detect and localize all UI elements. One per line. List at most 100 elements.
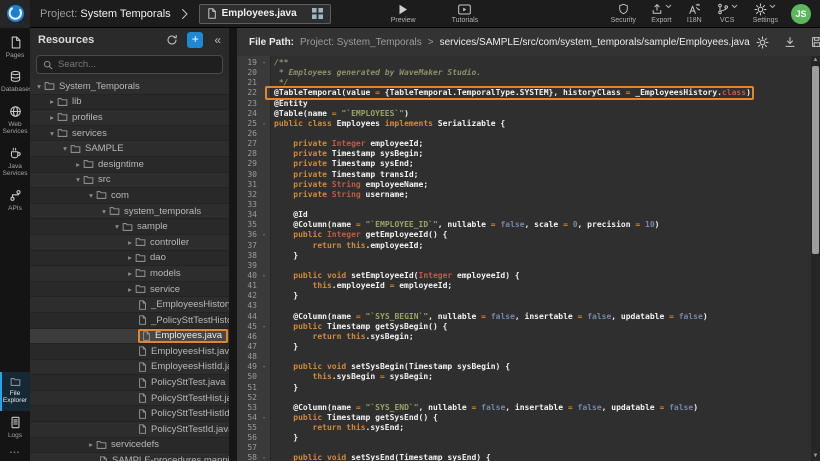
tree-item-controller[interactable]: ▸controller	[30, 235, 229, 251]
fold-marker[interactable]	[257, 190, 271, 200]
tab-employees-java[interactable]: Employees.java	[199, 4, 331, 24]
editor-scrollbar[interactable]: ▲ ▼	[811, 56, 820, 461]
tree-item-policystttesthistid-java[interactable]: PolicySttTestHistId.java	[30, 406, 229, 422]
expand-arrow-icon[interactable]: ▸	[73, 160, 83, 169]
collapse-arrow-icon[interactable]: ▾	[86, 191, 96, 200]
fold-marker[interactable]: -	[257, 322, 271, 332]
tree-item-sample-procedures-mappings-json[interactable]: SAMPLE-procedures.mappings.json	[30, 453, 229, 461]
more-button[interactable]: ...	[0, 445, 30, 461]
collapse-arrow-icon[interactable]: ▾	[60, 144, 70, 153]
tree-item-policystttesthistory-java[interactable]: _PolicySttTestHistory.java	[30, 313, 229, 329]
tree-item-designtime[interactable]: ▸designtime	[30, 157, 229, 173]
fold-marker[interactable]	[257, 403, 271, 413]
fold-marker[interactable]	[257, 281, 271, 291]
tree-item-employeeshist-java[interactable]: EmployeesHist.java	[30, 344, 229, 360]
fold-marker[interactable]	[257, 433, 271, 443]
fold-marker[interactable]	[257, 109, 271, 119]
collapse-arrow-icon[interactable]: ▾	[34, 82, 44, 91]
code-editor[interactable]: 19-/**20 * Employees generated by WaveMa…	[237, 56, 820, 461]
tree-item-employeeshistid-java[interactable]: EmployeesHistId.java	[30, 360, 229, 376]
fold-marker[interactable]: -	[257, 119, 271, 129]
fold-marker[interactable]	[257, 332, 271, 342]
fold-marker[interactable]	[257, 352, 271, 362]
fold-marker[interactable]	[257, 200, 271, 210]
expand-arrow-icon[interactable]: ▸	[125, 269, 135, 278]
user-avatar[interactable]: JS	[791, 4, 811, 24]
tree-item-com[interactable]: ▾com	[30, 188, 229, 204]
fold-marker[interactable]	[257, 342, 271, 352]
fold-marker[interactable]	[257, 78, 271, 88]
fold-marker[interactable]	[257, 251, 271, 261]
fold-marker[interactable]	[257, 170, 271, 180]
tree-item-policystttestid-java[interactable]: PolicySttTestId.java	[30, 422, 229, 438]
security-button[interactable]: Security	[611, 4, 636, 24]
save-icon[interactable]	[811, 36, 820, 48]
tree-item-policystttesthist-java[interactable]: PolicySttTestHist.java	[30, 391, 229, 407]
tree-item-models[interactable]: ▸models	[30, 266, 229, 282]
tree-item-src[interactable]: ▾src	[30, 173, 229, 189]
tree-item-system-temporals[interactable]: ▾system_temporals	[30, 204, 229, 220]
fold-marker[interactable]	[257, 210, 271, 220]
tree-item-services[interactable]: ▾services	[30, 126, 229, 142]
sidebar-item-file-explorer[interactable]: File Explorer	[0, 372, 30, 411]
tree-item-lib[interactable]: ▸lib	[30, 95, 229, 111]
collapse-arrow-icon[interactable]: ▾	[99, 207, 109, 216]
search-input[interactable]	[58, 59, 216, 70]
expand-arrow-icon[interactable]: ▸	[125, 253, 135, 262]
fold-marker[interactable]	[257, 129, 271, 139]
i18n-button[interactable]: I18N	[687, 4, 702, 24]
scroll-down-arrow[interactable]: ▼	[811, 452, 820, 461]
fold-marker[interactable]	[257, 68, 271, 78]
sidebar-item-databases[interactable]: Databases	[0, 65, 30, 99]
sidebar-item-java-services[interactable]: Java Services	[0, 142, 30, 184]
tree-item-service[interactable]: ▸service	[30, 282, 229, 298]
fold-marker[interactable]	[257, 383, 271, 393]
preview-button[interactable]: Preview	[391, 4, 416, 24]
fold-marker[interactable]: -	[257, 413, 271, 423]
fold-marker[interactable]: -	[257, 453, 271, 461]
fold-marker[interactable]: -	[257, 362, 271, 372]
tree-item-servicedefs[interactable]: ▸servicedefs	[30, 438, 229, 454]
fold-marker[interactable]: -	[257, 58, 271, 68]
fold-marker[interactable]	[257, 423, 271, 433]
tree-item-sample[interactable]: ▾SAMPLE	[30, 141, 229, 157]
expand-arrow-icon[interactable]: ▸	[47, 113, 57, 122]
fold-marker[interactable]	[257, 312, 271, 322]
sidebar-item-web-services[interactable]: Web Services	[0, 100, 30, 142]
fold-marker[interactable]	[257, 159, 271, 169]
sidebar-item-pages[interactable]: Pages	[0, 31, 30, 65]
tutorials-button[interactable]: Tutorials	[452, 4, 479, 24]
tree-item-policystttest-java[interactable]: PolicySttTest.java	[30, 375, 229, 391]
tree-item-employees-java[interactable]: Employees.java	[30, 329, 229, 345]
scrollbar-thumb[interactable]	[812, 66, 819, 254]
scroll-up-arrow[interactable]: ▲	[811, 56, 820, 65]
fold-marker[interactable]: -	[257, 271, 271, 281]
fold-marker[interactable]	[257, 149, 271, 159]
collapse-panel-button[interactable]: «	[212, 33, 223, 47]
collapse-arrow-icon[interactable]: ▾	[73, 175, 83, 184]
collapse-arrow-icon[interactable]: ▾	[112, 222, 122, 231]
sidebar-item-logs[interactable]: Logs	[0, 411, 30, 445]
tree-item-employeeshistory-java[interactable]: _EmployeesHistory.java	[30, 297, 229, 313]
refresh-icon[interactable]	[166, 34, 178, 46]
fold-marker[interactable]	[257, 443, 271, 453]
fold-marker[interactable]	[257, 99, 271, 109]
fold-marker[interactable]: -	[257, 230, 271, 240]
vcs-button[interactable]: VCS	[717, 4, 738, 24]
tree-item-dao[interactable]: ▸dao	[30, 251, 229, 267]
download-icon[interactable]	[784, 36, 796, 48]
expand-arrow-icon[interactable]: ▸	[86, 440, 96, 449]
add-resource-button[interactable]: +	[187, 32, 203, 48]
fold-marker[interactable]	[257, 393, 271, 403]
expand-arrow-icon[interactable]: ▸	[47, 97, 57, 106]
export-button[interactable]: Export	[651, 4, 672, 24]
fold-marker[interactable]	[257, 180, 271, 190]
tree-item-sample[interactable]: ▾sample	[30, 219, 229, 235]
fold-marker[interactable]	[257, 139, 271, 149]
fold-marker[interactable]	[257, 372, 271, 382]
wavemaker-logo[interactable]	[0, 0, 30, 28]
fold-marker[interactable]	[257, 291, 271, 301]
collapse-arrow-icon[interactable]: ▾	[47, 129, 57, 138]
tree-item-system-temporals[interactable]: ▾System_Temporals	[30, 79, 229, 95]
expand-arrow-icon[interactable]: ▸	[125, 238, 135, 247]
